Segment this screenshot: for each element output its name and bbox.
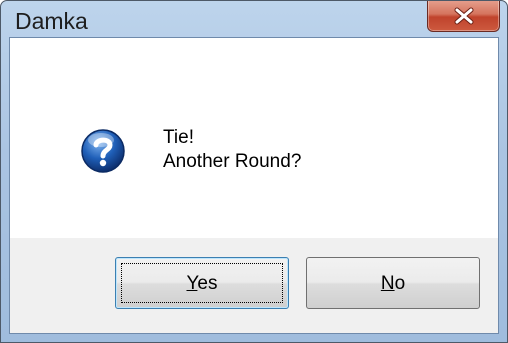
yes-mnemonic: Y: [186, 273, 198, 294]
dialog-client-area: Tie! Another Round? Yes No: [9, 37, 499, 334]
no-mnemonic: N: [380, 273, 395, 294]
yes-button-label: Yes: [116, 272, 288, 296]
title-bar[interactable]: Damka: [1, 1, 507, 37]
message-box-window: Damka Tie! Another Round? Yes No: [0, 0, 508, 343]
no-button[interactable]: No: [306, 257, 480, 309]
window-title: Damka: [15, 8, 88, 34]
no-button-label: No: [307, 272, 479, 296]
close-icon: [454, 7, 473, 24]
yes-button[interactable]: Yes: [115, 257, 289, 309]
close-button[interactable]: [427, 1, 500, 32]
message-line-1: Tie!: [163, 127, 194, 148]
yes-label-rest: es: [197, 273, 218, 294]
no-label-rest: o: [394, 273, 406, 294]
message-area: Tie! Another Round?: [10, 38, 498, 238]
question-icon: [81, 129, 125, 173]
message-line-2: Another Round?: [163, 151, 302, 172]
